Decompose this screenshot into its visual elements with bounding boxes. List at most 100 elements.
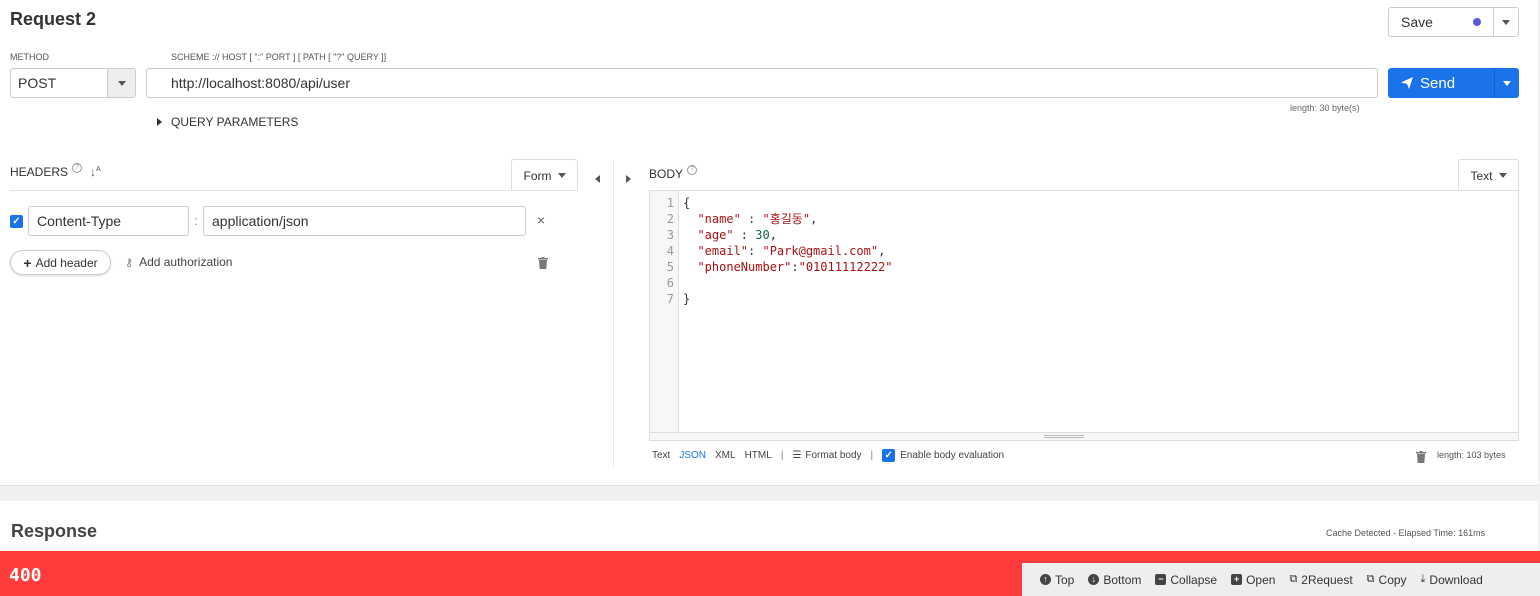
body-type-label: Text bbox=[1470, 168, 1493, 183]
copy-label: Copy bbox=[1378, 572, 1407, 587]
collapse-right-caret-icon[interactable] bbox=[626, 170, 631, 188]
line-number: 7 bbox=[666, 292, 674, 306]
headers-header: HEADERS ? ↓A bbox=[10, 163, 101, 179]
line-number: 2 bbox=[666, 212, 674, 226]
method-select[interactable]: POST bbox=[10, 68, 136, 98]
header-value-text: application/json bbox=[212, 213, 309, 229]
body-length: length: 103 bytes bbox=[1437, 450, 1506, 460]
footer-separator: | bbox=[870, 450, 874, 461]
status-bar: 400 ↑ Top ↓ Bottom − Collapse + Open ⧉ 2… bbox=[0, 551, 1540, 596]
download-button[interactable]: ⤓ Download bbox=[1415, 563, 1489, 596]
add-authorization-link[interactable]: ⚷ Add authorization bbox=[125, 255, 232, 269]
copy-button[interactable]: ⧉ Copy bbox=[1361, 563, 1413, 596]
save-button[interactable]: Save bbox=[1389, 8, 1494, 36]
paper-plane-icon bbox=[1401, 77, 1413, 89]
to-request-label: 2Request bbox=[1301, 572, 1353, 587]
key-icon: ⚷ bbox=[125, 256, 134, 269]
body-type-dropdown[interactable]: Text bbox=[1458, 159, 1519, 191]
headers-divider bbox=[10, 190, 578, 191]
copy-icon: ⧉ bbox=[1366, 573, 1375, 585]
download-label: Download bbox=[1429, 572, 1483, 587]
send-split-button: Send bbox=[1388, 68, 1519, 98]
delete-all-headers-trash-icon[interactable] bbox=[538, 256, 548, 269]
chevron-down-icon bbox=[117, 80, 126, 86]
clear-body-trash-icon[interactable] bbox=[1416, 450, 1426, 463]
header-row: ✓ Content-Type : application/json × bbox=[10, 206, 570, 236]
panel-split-divider[interactable] bbox=[613, 160, 614, 466]
to-request-button[interactable]: ⧉ 2Request bbox=[1283, 563, 1358, 596]
collapse-left-caret-icon[interactable] bbox=[595, 170, 600, 188]
chevron-down-icon bbox=[1503, 80, 1511, 86]
header-name-value: Content-Type bbox=[37, 213, 122, 229]
add-header-label: Add header bbox=[35, 255, 98, 270]
mode-xml[interactable]: XML bbox=[715, 450, 736, 461]
method-dropdown-button[interactable] bbox=[107, 69, 135, 97]
editor-resize-handle[interactable] bbox=[650, 432, 1518, 440]
code-line: "phoneNumber":"01011112222" bbox=[697, 260, 893, 274]
sort-icon[interactable]: ↓A bbox=[90, 165, 101, 179]
save-options-button[interactable] bbox=[1494, 8, 1518, 36]
mode-json[interactable]: JSON bbox=[679, 450, 706, 461]
minus-square-icon: − bbox=[1155, 574, 1167, 585]
save-split-button: Save bbox=[1388, 7, 1519, 37]
bottom-label: Bottom bbox=[1103, 572, 1142, 587]
response-toolbar: ↑ Top ↓ Bottom − Collapse + Open ⧉ 2Requ… bbox=[1022, 563, 1540, 596]
enable-eval-checkbox[interactable]: ✓ bbox=[882, 449, 896, 462]
collapse-button[interactable]: − Collapse bbox=[1149, 563, 1223, 596]
url-value: http://localhost:8080/api/user bbox=[171, 75, 351, 91]
header-name-input[interactable]: Content-Type bbox=[28, 206, 189, 236]
method-value: POST bbox=[18, 75, 57, 91]
remove-header-close-icon[interactable]: × bbox=[537, 212, 545, 228]
arrow-down-icon: ↓ bbox=[1088, 574, 1100, 585]
enable-body-evaluation-toggle[interactable]: ✓ Enable body evaluation bbox=[882, 449, 1004, 462]
body-title: BODY bbox=[649, 167, 684, 181]
line-number: 1 bbox=[666, 196, 674, 210]
line-number: 4 bbox=[666, 244, 674, 258]
chevron-down-icon bbox=[557, 173, 566, 178]
header-value-input[interactable]: application/json bbox=[203, 206, 526, 236]
headers-form-dropdown[interactable]: Form bbox=[511, 159, 578, 191]
status-code: 400 bbox=[9, 565, 42, 586]
format-body-button[interactable]: ☰ Format body bbox=[792, 450, 861, 461]
plus-icon: + bbox=[23, 254, 32, 271]
response-panel: Response Cache Detected - Elapsed Time: … bbox=[0, 501, 1540, 596]
code-line: "name" : "홍길동", bbox=[697, 212, 818, 226]
header-separator: : bbox=[194, 213, 198, 228]
response-title: Response bbox=[11, 521, 98, 541]
mode-text[interactable]: Text bbox=[652, 450, 670, 461]
chevron-down-icon bbox=[1498, 173, 1507, 178]
help-icon[interactable]: ? bbox=[687, 165, 698, 175]
url-length: length: 30 byte(s) bbox=[1290, 103, 1360, 113]
line-number: 5 bbox=[666, 260, 674, 274]
url-input[interactable]: http://localhost:8080/api/user bbox=[146, 68, 1378, 98]
send-options-button[interactable] bbox=[1494, 68, 1519, 98]
scroll-bottom-button[interactable]: ↓ Bottom bbox=[1082, 563, 1147, 596]
send-button[interactable]: Send bbox=[1388, 68, 1494, 98]
query-parameters-label: QUERY PARAMETERS bbox=[171, 115, 299, 129]
open-label: Open bbox=[1246, 572, 1276, 587]
help-icon[interactable]: ? bbox=[72, 163, 83, 173]
header-enabled-checkbox[interactable]: ✓ bbox=[10, 215, 23, 228]
add-authorization-label: Add authorization bbox=[139, 255, 233, 269]
chevron-down-icon bbox=[1502, 19, 1510, 25]
open-button[interactable]: + Open bbox=[1225, 563, 1281, 596]
body-editor[interactable]: 1 2 3 4 5 6 7 { "name" : "홍길동", "age" : … bbox=[649, 190, 1519, 441]
body-footer: Text JSON XML HTML | ☰ Format body | ✓ E… bbox=[652, 449, 1004, 462]
query-parameters-toggle[interactable]: QUERY PARAMETERS bbox=[157, 115, 298, 129]
save-label: Save bbox=[1401, 14, 1433, 30]
line-numbers-gutter: 1 2 3 4 5 6 7 bbox=[650, 191, 679, 432]
code-content[interactable]: { "name" : "홍길동", "age" : 30, "email": "… bbox=[683, 195, 893, 307]
mode-html[interactable]: HTML bbox=[745, 450, 772, 461]
top-label: Top bbox=[1055, 572, 1075, 587]
code-line: "email": "Park@gmail.com", bbox=[697, 244, 886, 258]
caret-right-icon bbox=[157, 118, 162, 126]
footer-separator: | bbox=[780, 450, 784, 461]
headers-title: HEADERS bbox=[10, 165, 69, 179]
download-icon: ⤓ bbox=[1420, 573, 1426, 585]
form-label: Form bbox=[523, 168, 552, 183]
line-number: 6 bbox=[666, 276, 674, 290]
scroll-top-button[interactable]: ↑ Top bbox=[1034, 563, 1080, 596]
arrow-up-icon: ↑ bbox=[1040, 574, 1051, 585]
add-header-button[interactable]: + Add header bbox=[10, 250, 111, 275]
